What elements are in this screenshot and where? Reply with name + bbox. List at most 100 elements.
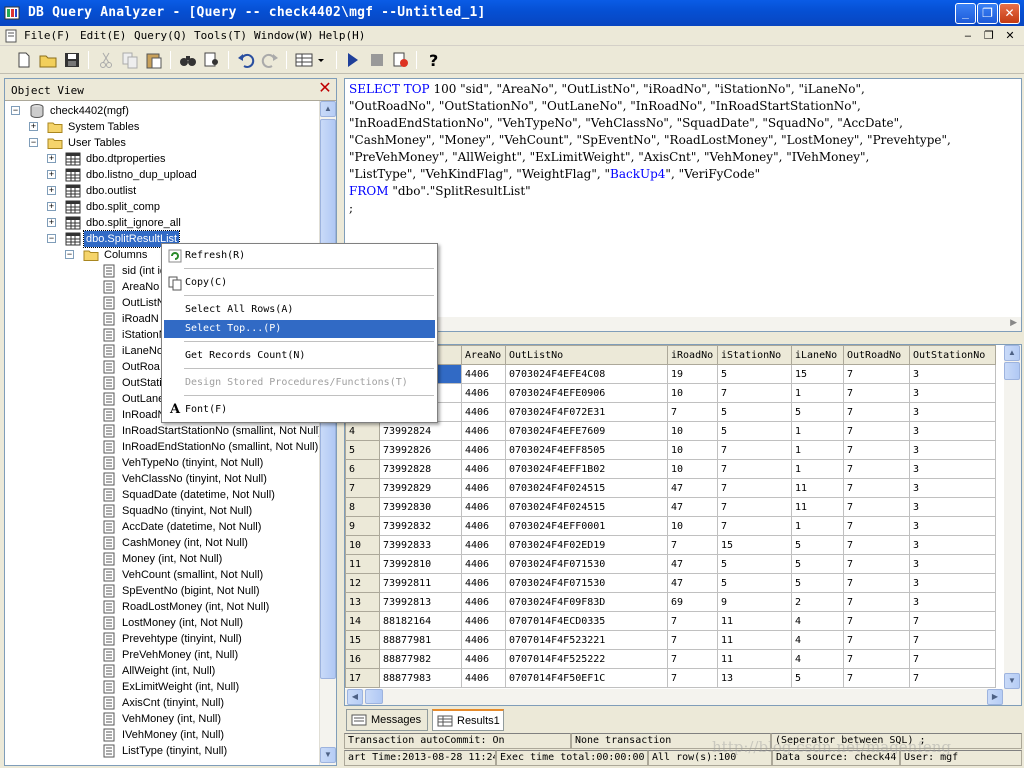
table-cell[interactable]: 7 xyxy=(843,573,910,593)
table-cell[interactable]: 4 xyxy=(791,649,844,669)
menu-file[interactable]: File(F) xyxy=(24,29,70,42)
table-cell[interactable]: 7 xyxy=(667,402,718,422)
column-header[interactable]: OutStationNo xyxy=(909,345,996,365)
menu-item-select-all-rows[interactable]: Select All Rows(A) xyxy=(164,301,435,319)
table-cell[interactable]: 5 xyxy=(717,421,792,441)
tree-node[interactable]: iRoadN xyxy=(83,311,161,327)
table-cell[interactable]: 7 xyxy=(843,630,910,650)
table-cell[interactable]: 73992828 xyxy=(379,459,462,479)
results-grid[interactable]: AreaNo OutListNo iRoadNo iStationNo iLaneNo O… xyxy=(344,344,1022,706)
table-cell[interactable]: 88877983 xyxy=(379,668,462,688)
table-cell[interactable]: 3 xyxy=(909,573,996,593)
tree-node[interactable]: OutLane xyxy=(83,391,166,407)
tree-node[interactable]: IVehMoney (int, Null) xyxy=(83,727,226,743)
column-header[interactable]: iRoadNo xyxy=(667,345,718,365)
tree-node[interactable]: Money (int, Not Null) xyxy=(83,551,224,567)
table-cell[interactable]: 7 xyxy=(909,649,996,669)
table-cell[interactable]: 4 xyxy=(791,611,844,631)
table-cell[interactable]: 5 xyxy=(717,573,792,593)
document-icon[interactable] xyxy=(4,29,18,43)
menu-item-refresh[interactable]: Refresh(R) xyxy=(164,247,435,265)
table-row[interactable]: 14 88182164 4406 0707014F4ECD0335 7 11 4 7 7 xyxy=(345,611,996,631)
tree-node[interactable]: Prevehtype (tinyint, Null) xyxy=(83,631,244,647)
table-cell[interactable]: 5 xyxy=(791,535,844,555)
table-cell[interactable]: 4406 xyxy=(461,421,506,441)
table-cell[interactable]: 3 xyxy=(909,364,996,384)
scroll-right-arrow-icon[interactable]: ▶ xyxy=(1010,317,1017,328)
tree-node[interactable]: AllWeight (int, Null) xyxy=(83,663,217,679)
row-number[interactable]: 13 xyxy=(345,592,380,612)
table-cell[interactable]: 10 xyxy=(667,459,718,479)
row-number[interactable]: 14 xyxy=(345,611,380,631)
column-header[interactable]: iStationNo xyxy=(717,345,792,365)
table-cell[interactable]: 4406 xyxy=(461,535,506,555)
table-cell[interactable]: 1 xyxy=(791,459,844,479)
table-cell[interactable]: 3 xyxy=(909,383,996,403)
table-row[interactable]: 10 73992833 4406 0703024F4F02ED19 7 15 5 7 3 xyxy=(345,535,996,555)
tree-node[interactable]: − dbo.SplitResultList xyxy=(47,230,181,248)
table-cell[interactable]: 0703024F4F024515 xyxy=(505,497,668,517)
table-row[interactable]: 6 73992828 4406 0703024F4EFF1B02 10 7 1 7 3 xyxy=(345,459,996,479)
row-number[interactable]: 16 xyxy=(345,649,380,669)
help-icon[interactable]: ? xyxy=(424,50,444,70)
replace-icon[interactable] xyxy=(202,50,222,70)
table-cell[interactable]: 88877982 xyxy=(379,649,462,669)
tree-node[interactable]: CashMoney (int, Not Null) xyxy=(83,535,250,551)
table-cell[interactable]: 4406 xyxy=(461,554,506,574)
scroll-up-arrow-icon[interactable]: ▲ xyxy=(1004,345,1020,361)
table-cell[interactable]: 0703024F4EFF0001 xyxy=(505,516,668,536)
row-number[interactable]: 9 xyxy=(345,516,380,536)
scroll-right-arrow-icon[interactable]: ▶ xyxy=(987,689,1003,705)
column-header[interactable]: AreaNo xyxy=(461,345,506,365)
table-cell[interactable]: 1 xyxy=(791,421,844,441)
table-cell[interactable]: 11 xyxy=(717,649,792,669)
copy-icon[interactable] xyxy=(120,50,140,70)
table-cell[interactable]: 1 xyxy=(791,516,844,536)
expand-icon[interactable]: + xyxy=(29,122,38,131)
table-row[interactable]: 4406 0703024F4EFE0906 10 7 1 7 3 xyxy=(345,383,996,403)
redo-icon[interactable] xyxy=(260,50,280,70)
paste-icon[interactable] xyxy=(144,50,164,70)
table-cell[interactable]: 73992832 xyxy=(379,516,462,536)
tree-node[interactable]: PreVehMoney (int, Null) xyxy=(83,647,240,663)
close-icon[interactable]: ✕ xyxy=(317,81,333,98)
row-number[interactable]: 15 xyxy=(345,630,380,650)
scroll-down-arrow-icon[interactable]: ▼ xyxy=(320,747,336,763)
table-cell[interactable]: 4406 xyxy=(461,459,506,479)
tree-node[interactable]: − Columns xyxy=(65,247,149,263)
table-cell[interactable]: 7 xyxy=(717,459,792,479)
table-cell[interactable]: 0703024F4F071530 xyxy=(505,554,668,574)
row-number[interactable]: 12 xyxy=(345,573,380,593)
table-cell[interactable]: 0703024F4F02ED19 xyxy=(505,535,668,555)
cut-icon[interactable] xyxy=(96,50,116,70)
table-cell[interactable]: 73992826 xyxy=(379,440,462,460)
table-cell[interactable]: 0703024F4EFE0906 xyxy=(505,383,668,403)
table-cell[interactable]: 4406 xyxy=(461,611,506,631)
tree-node[interactable]: + System Tables xyxy=(29,119,141,135)
table-row[interactable]: 9 73992832 4406 0703024F4EFF0001 10 7 1 7 3 xyxy=(345,516,996,536)
table-cell[interactable]: 7 xyxy=(843,440,910,460)
minimize-button[interactable]: _ xyxy=(955,3,976,24)
undo-icon[interactable] xyxy=(236,50,256,70)
table-cell[interactable]: 0703024F4F071530 xyxy=(505,573,668,593)
mdi-restore-button[interactable]: ❐ xyxy=(981,29,997,43)
table-cell[interactable]: 7 xyxy=(843,554,910,574)
tree-node[interactable]: ExLimitWeight (int, Null) xyxy=(83,679,241,695)
table-cell[interactable]: 4406 xyxy=(461,592,506,612)
mdi-minimize-button[interactable]: – xyxy=(960,29,976,43)
tree-node[interactable]: AxisCnt (tinyint, Null) xyxy=(83,695,226,711)
table-cell[interactable]: 3 xyxy=(909,459,996,479)
expand-icon[interactable]: + xyxy=(47,154,56,163)
tree-node[interactable]: InRoadStartStationNo (smallint, Not Null… xyxy=(83,423,321,439)
tree-node[interactable]: + dbo.outlist xyxy=(47,183,138,199)
table-cell[interactable]: 7 xyxy=(717,516,792,536)
table-cell[interactable]: 4406 xyxy=(461,573,506,593)
tree-node[interactable]: sid (int id xyxy=(83,263,168,279)
table-cell[interactable]: 3 xyxy=(909,592,996,612)
tree-node[interactable]: InRoadEndStationNo (smallint, Not Null) xyxy=(83,439,320,455)
table-cell[interactable]: 7 xyxy=(717,497,792,517)
table-cell[interactable]: 0703024F4EFE7609 xyxy=(505,421,668,441)
mdi-close-button[interactable]: ✕ xyxy=(1002,29,1018,43)
tree-node[interactable]: OutRoa xyxy=(83,359,162,375)
table-cell[interactable]: 88182164 xyxy=(379,611,462,631)
